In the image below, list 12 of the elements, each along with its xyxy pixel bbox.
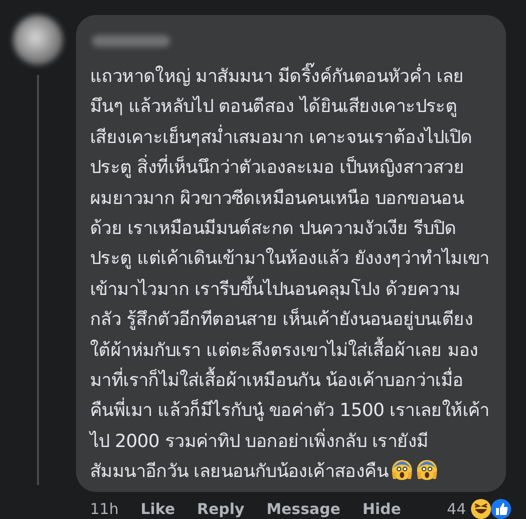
action-link[interactable]: Hide: [362, 500, 402, 518]
comment-text: แถวหาดใหญ่ มาสัมมนา มีดริ๊งค์กันตอนหัวค่ำ เลย มึนๆ แล้วหลับไป ตอนตีสอง ได้ยินเสียงเคาะประตู เสียงเคาะเย็นๆสม่ำเสมอมาก เคาะจนเราต้องไปเปิด ประตู สิ่งที่เห็นนึกว่าตัวเองละเมอ เป็นหญิงสาวสวย ผมยาวมาก ผิวขาวซีดเหมือนคนเหนือ บอกขอนอน ด้วย เราเหมือนมีมนต์สะกด ปนความงัวเงีย รีบปิด ประตู แต่เค้าเดินเข้ามาในห้องแล้ว ยังงงๆว่าทำไมเขา เข้ามาไวมาก เรารีบขึ้นไปนอนคลุมโปง ด้วยความ กลัว รู้สึกตัวอีกทีตอนสาย เห็นเค้ายังนอนอยู่บนเตียง ใต้ผ้าห่มกับเรา แต่ตะลึงตรงเขาไม่ใส่เสื้อผ้าเลย มอง มาที่เราก็ไม่ใส่เสื้อผ้าเหมือนกัน น้องเค้าบอกว่าเมื่อ คืนพี่เมา แล้วก็มีไรกับนู๋ ขอค่าตัว 1500 เราเลยให้เค้า ไป 2000 รวมค่าทิป บอกอย่าเพิ่งกลับ เรายังมี สัมมนาอีกวัน เลยนอนกับน้องเค้าสองคืน: [90, 62, 494, 488]
action-link[interactable]: Reply: [197, 500, 244, 518]
action-link[interactable]: Like: [140, 500, 176, 518]
action-link[interactable]: Message: [266, 500, 340, 518]
laughing-emoji-icon: [470, 498, 492, 519]
avatar[interactable]: [13, 15, 63, 65]
screaming-emoji-icon: [391, 459, 414, 482]
timestamp[interactable]: 11h: [90, 500, 119, 518]
screaming-emoji-icon: [416, 459, 438, 482]
reaction-count[interactable]: 44: [446, 500, 466, 518]
thumbs-up-icon: [490, 498, 512, 519]
